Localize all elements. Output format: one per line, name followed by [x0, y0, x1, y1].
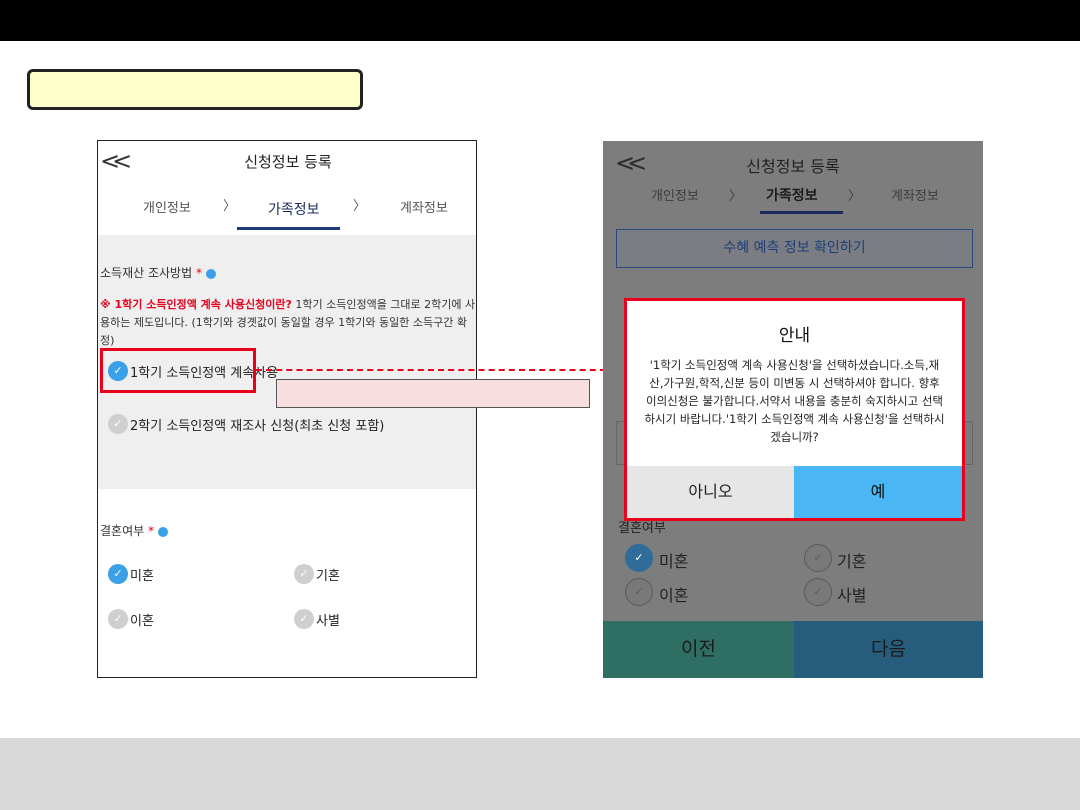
dashed-arrow-line: [256, 369, 616, 371]
next-button[interactable]: 다음: [794, 621, 983, 678]
tab-personal-info[interactable]: 개인정보: [143, 197, 191, 216]
option-single-label[interactable]: 미혼: [659, 548, 688, 572]
chevron-right-icon: 〉: [353, 199, 367, 214]
tab-account-info[interactable]: 계좌정보: [400, 197, 448, 216]
tab-family-info[interactable]: 가족정보: [268, 199, 320, 219]
radio-single[interactable]: ✓: [625, 544, 653, 572]
chevron-right-icon: 〉: [729, 189, 743, 204]
radio-widowed[interactable]: ✓: [294, 609, 314, 629]
required-mark: *: [195, 266, 202, 280]
tab-family-info[interactable]: 가족정보: [766, 185, 818, 205]
prev-button[interactable]: 이전: [603, 621, 794, 678]
highlight-box: [100, 348, 256, 393]
left-phone-screen: << 신청정보 등록 개인정보 〉 가족정보 〉 계좌정보 소득재산 조사방법 …: [97, 140, 477, 678]
section-label-text: 소득재산 조사방법: [100, 266, 193, 280]
tab-account-info[interactable]: 계좌정보: [891, 185, 939, 204]
radio-single[interactable]: ✓: [108, 564, 128, 584]
step-tabs: 개인정보 〉 가족정보 〉 계좌정보: [98, 191, 476, 231]
page-title: 신청정보 등록: [244, 153, 332, 171]
radio-option-2[interactable]: ✓: [108, 414, 128, 434]
yes-button[interactable]: 예: [794, 466, 962, 518]
chevron-right-icon: 〉: [848, 189, 862, 204]
required-mark: *: [148, 524, 154, 538]
section-label: 소득재산 조사방법 *: [100, 264, 216, 281]
option-divorced-label[interactable]: 이혼: [659, 582, 688, 606]
radio-married[interactable]: ✓: [804, 544, 832, 572]
dialog-body: '1학기 소득인정액 계속 사용신청'을 선택하셨습니다.소득,재산,가구원,학…: [644, 358, 945, 444]
marriage-label-text: 결혼여부: [100, 524, 145, 538]
info-icon[interactable]: [157, 526, 168, 537]
option-divorced-label[interactable]: 이혼: [130, 610, 154, 629]
info-icon[interactable]: [205, 268, 216, 279]
marriage-label: 결혼여부 *: [100, 522, 168, 539]
slide-header-bar: [0, 0, 1080, 41]
option-married-label[interactable]: 기혼: [316, 565, 340, 584]
notice-text: ※ 1학기 소득인정액 계속 사용신청이란? 1학기 소득인정액을 그대로 2학…: [100, 296, 476, 350]
active-tab-underline: [237, 227, 340, 230]
option-single-label[interactable]: 미혼: [130, 565, 154, 584]
notice-red-text: ※ 1학기 소득인정액 계속 사용신청이란?: [100, 298, 292, 311]
option-married-label[interactable]: 기혼: [837, 548, 866, 572]
page-title: 신청정보 등록: [746, 157, 840, 176]
no-button[interactable]: 아니오: [627, 466, 794, 518]
tab-personal-info[interactable]: 개인정보: [651, 185, 699, 204]
option-2-label[interactable]: 2학기 소득인정액 재조사 신청(최초 신청 포함): [130, 415, 384, 434]
annotation-bar: [276, 379, 590, 408]
active-tab-underline: [760, 211, 843, 214]
radio-divorced[interactable]: ✓: [625, 578, 653, 606]
option-widowed-label[interactable]: 사별: [316, 610, 340, 629]
slide-footer-bar: [0, 738, 1080, 810]
option-widowed-label[interactable]: 사별: [837, 582, 866, 606]
confirm-dialog: 안내 '1학기 소득인정액 계속 사용신청'을 선택하셨습니다.소득,재산,가구…: [624, 298, 965, 521]
chevron-right-icon: 〉: [223, 199, 237, 214]
radio-widowed[interactable]: ✓: [804, 578, 832, 606]
radio-married[interactable]: ✓: [294, 564, 314, 584]
dialog-title: 안내: [778, 326, 811, 346]
benefit-preview-button[interactable]: 수혜 예측 정보 확인하기: [616, 229, 973, 268]
callout-box: [27, 69, 363, 110]
radio-divorced[interactable]: ✓: [108, 609, 128, 629]
